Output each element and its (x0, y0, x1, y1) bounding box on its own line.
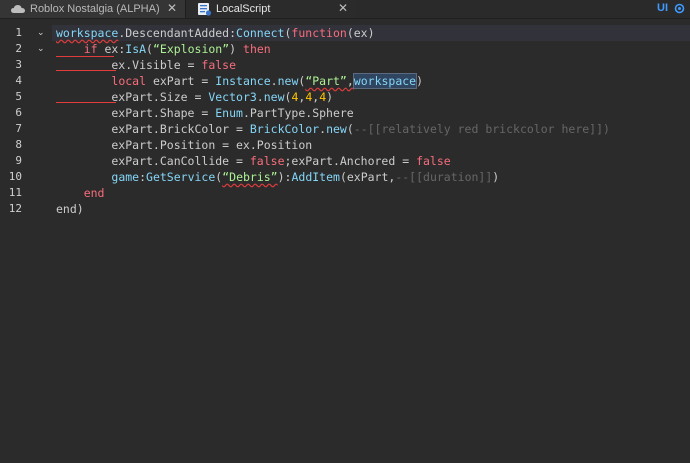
code-token: ex: (97, 42, 126, 56)
code-token: false (201, 58, 237, 72)
script-icon (198, 3, 212, 16)
code-token: BrickColor (249, 122, 320, 136)
ui-settings-icon[interactable] (674, 3, 685, 14)
code-token: AddItem (291, 170, 340, 184)
code-token: exPart.BrickColor = (56, 122, 250, 136)
code-token: Vector3 (208, 90, 257, 104)
code-token: “Debris” (222, 170, 278, 184)
tab-label: LocalScript (216, 3, 271, 15)
code-token: . (256, 90, 264, 104)
code-token: Instance (215, 74, 271, 88)
line-number: 12 (8, 202, 22, 215)
line-number-gutter: 1 ⌄ 2 ⌄ 3 4 5 6 7 8 9 10 11 12 (0, 19, 52, 463)
code-token: end (56, 202, 77, 216)
code-token: game (111, 170, 140, 184)
tab-label: Roblox Nostalgia (ALPHA) (30, 3, 160, 15)
code-token: ) (492, 170, 500, 184)
line-number: 9 (15, 154, 22, 167)
line-number: 11 (8, 186, 22, 199)
cloud-icon (11, 5, 25, 13)
line-number: 6 (15, 106, 22, 119)
code-token: ) (416, 74, 424, 88)
code-token: Connect (236, 26, 285, 40)
close-icon[interactable]: ✕ (338, 1, 348, 15)
code-token: new (277, 74, 299, 88)
code-token: workspace (56, 26, 119, 40)
code-token: exPart = (146, 74, 216, 88)
tab-roblox-nostalgia[interactable]: Roblox Nostalgia (ALPHA) ✕ (0, 0, 186, 18)
code-token: --[[duration]] (395, 170, 493, 184)
ui-toggle-button[interactable]: UI (657, 2, 668, 14)
code-token: (ex) (346, 26, 375, 40)
code-token: ( (146, 42, 153, 56)
code-token: ): (277, 170, 292, 184)
code-token: exPart.Position = ex.Position (56, 138, 313, 152)
code-line[interactable]: end) (56, 201, 84, 217)
line-number: 10 (8, 170, 22, 183)
line-number: 8 (15, 138, 22, 151)
code-token: GetService (146, 170, 216, 184)
code-token: new (326, 122, 347, 136)
code-token: false (249, 154, 285, 168)
code-token: new (263, 90, 285, 104)
code-line[interactable]: exPart.Shape = Enum.PartType.Sphere (56, 105, 354, 121)
code-token: false (416, 154, 451, 168)
code-token: Enum (215, 106, 243, 120)
fold-chevron-icon[interactable]: ⌄ (37, 28, 47, 38)
code-token: then (243, 42, 271, 56)
code-line[interactable]: game:GetService(“Debris”):AddItem(exPart… (56, 169, 499, 185)
code-line[interactable]: if ex:IsA(“Explosion”) then (56, 41, 271, 57)
code-token: .DescendantAdded: (118, 26, 237, 40)
code-token: ) (326, 90, 334, 104)
code-token: : (139, 170, 147, 184)
line-number: 2 (15, 42, 22, 55)
code-token: .PartType.Sphere (242, 106, 354, 120)
code-token: (exPart, (339, 170, 396, 184)
code-token: ;exPart.Anchored = (284, 154, 417, 168)
code-line[interactable]: exPart.BrickColor = BrickColor.new(--[[r… (56, 121, 610, 137)
code-token: workspace (352, 73, 418, 89)
code-token: . (270, 74, 278, 88)
code-token: , (346, 74, 354, 88)
code-token: local (111, 74, 147, 88)
code-line[interactable]: exPart.Position = ex.Position (56, 137, 312, 153)
error-underline (56, 70, 116, 71)
code-token: “Explosion” (152, 42, 230, 56)
tab-bar: Roblox Nostalgia (ALPHA) ✕ LocalScript ✕… (0, 0, 690, 19)
fold-chevron-icon[interactable]: ⌄ (37, 44, 47, 54)
code-line[interactable]: local exPart = Instance.new(“Part”,works… (56, 73, 423, 89)
line-number: 5 (15, 90, 22, 103)
line-number: 4 (15, 74, 22, 87)
code-token: ) (229, 42, 244, 56)
code-token: ) (76, 202, 84, 216)
error-underline (56, 102, 116, 103)
code-token: end (83, 186, 105, 200)
code-token: --[[relatively red brickcolor here]]) (353, 122, 610, 136)
close-icon[interactable]: ✕ (167, 1, 177, 15)
line-number: 3 (15, 58, 22, 71)
error-underline (56, 56, 114, 57)
code-token: exPart.CanCollide = (56, 154, 250, 168)
code-token: if (83, 42, 98, 56)
tab-localscript[interactable]: LocalScript ✕ (186, 0, 356, 18)
code-line[interactable]: exPart.CanCollide = false;exPart.Anchore… (56, 153, 451, 169)
script-editor-window: Roblox Nostalgia (ALPHA) ✕ LocalScript ✕… (0, 0, 690, 463)
code-token: ( (346, 122, 354, 136)
code-token: function (291, 26, 347, 40)
code-line[interactable]: end (56, 185, 105, 201)
line-number: 1 (15, 26, 22, 39)
code-line[interactable]: workspace.DescendantAdded:Connect(functi… (52, 25, 690, 41)
code-token: IsA (125, 42, 147, 56)
code-token: exPart.Shape = (56, 106, 216, 120)
code-editor[interactable]: workspace.DescendantAdded:Connect(functi… (52, 19, 690, 463)
code-token: “Part” (305, 74, 347, 88)
line-number: 7 (15, 122, 22, 135)
